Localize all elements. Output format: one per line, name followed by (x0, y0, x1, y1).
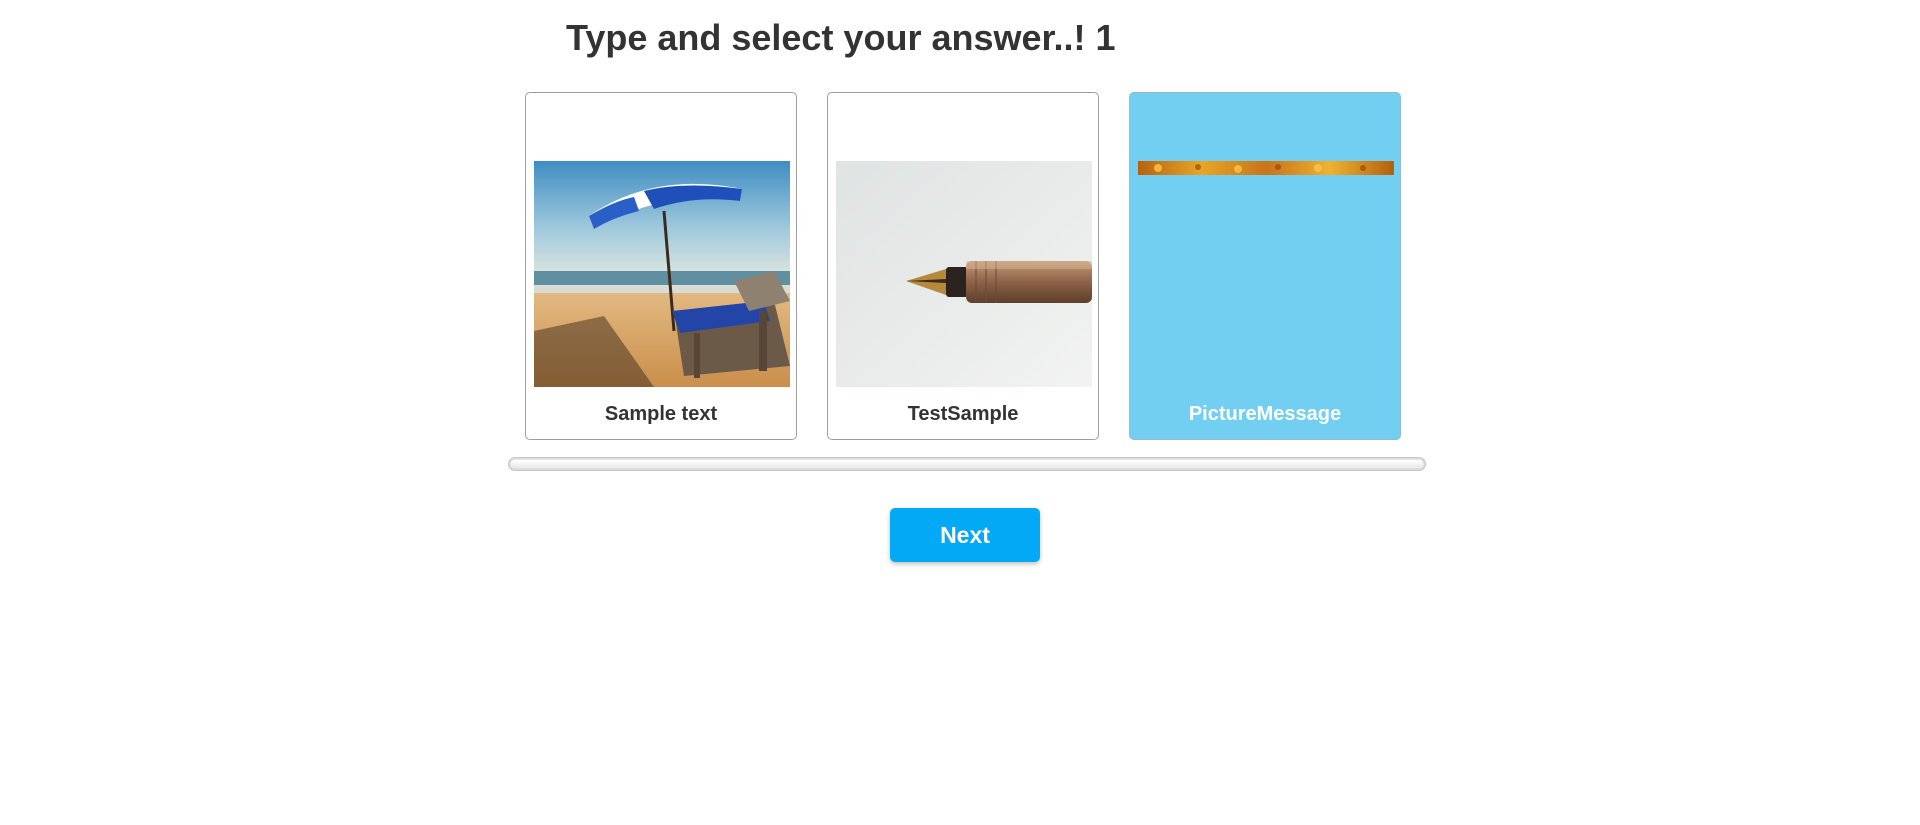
orange-texture-image (1138, 161, 1394, 175)
next-button[interactable]: Next (890, 508, 1040, 562)
quiz-page: Type and select your answer..! 1 Sample … (0, 0, 1920, 825)
horizontal-scrollbar[interactable] (508, 457, 1426, 471)
question-title: Type and select your answer..! 1 (566, 17, 1116, 58)
answer-choices: Sample text TestSample PictureMessage (525, 92, 1401, 440)
answer-choice-label: PictureMessage (1188, 403, 1342, 425)
answer-choice-test-sample[interactable]: TestSample (827, 92, 1099, 440)
scrollbar-thumb[interactable] (511, 460, 1423, 468)
fountain-pen-image (836, 161, 1092, 387)
beach-umbrella-image (534, 161, 790, 387)
answer-choice-label: Sample text (604, 403, 718, 425)
answer-choice-picture-message[interactable]: PictureMessage (1129, 92, 1401, 440)
answer-choice-label: TestSample (907, 403, 1019, 425)
answer-choice-sample-text[interactable]: Sample text (525, 92, 797, 440)
